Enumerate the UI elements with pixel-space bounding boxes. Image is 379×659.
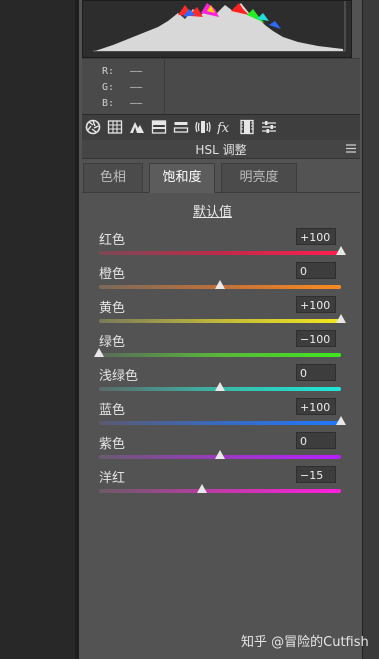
fx-icon[interactable]: fx: [217, 119, 233, 135]
svg-text:fx: fx: [217, 121, 230, 135]
slider-value-blue[interactable]: +100: [296, 398, 336, 415]
slider-thumb-red[interactable]: [336, 246, 346, 255]
green-readout: G: ——: [102, 82, 143, 93]
panel-scrollbar[interactable]: [362, 0, 379, 659]
left-panel-strip: [0, 0, 75, 659]
slider-label-yellow: 黄色: [99, 301, 126, 316]
slider-label-blue: 蓝色: [99, 403, 126, 418]
slider-track-yellow[interactable]: [99, 319, 341, 323]
tab-luminance[interactable]: 明亮度: [221, 163, 297, 193]
red-readout: R: ——: [102, 66, 143, 77]
slider-thumb-magenta[interactable]: [196, 484, 207, 493]
lens-icon[interactable]: [195, 119, 211, 135]
slider-thumb-green[interactable]: [94, 348, 104, 357]
slider-track-red[interactable]: [99, 251, 341, 255]
panel-title-bar: HSL 调整: [82, 140, 360, 159]
slider-thumb-yellow[interactable]: [336, 314, 346, 323]
aperture-icon[interactable]: [85, 119, 101, 135]
slider-track-magenta[interactable]: [99, 489, 341, 493]
sliders-icon[interactable]: [261, 119, 277, 135]
tab-saturation[interactable]: 饱和度: [149, 163, 215, 193]
slider-thumb-aqua[interactable]: [215, 382, 225, 391]
slider-label-aqua: 浅绿色: [99, 369, 139, 384]
slider-label-orange: 橙色: [99, 267, 126, 282]
default-button[interactable]: 默认值: [193, 201, 232, 220]
slider-value-yellow[interactable]: +100: [296, 296, 336, 313]
slider-track-blue[interactable]: [99, 421, 341, 425]
slider-track-green[interactable]: [99, 353, 341, 357]
slider-value-red[interactable]: +100: [296, 228, 336, 245]
histogram-graph: [93, 1, 346, 52]
histogram: [82, 0, 352, 58]
camera-calibration-icon[interactable]: [239, 119, 255, 135]
slider-thumb-purple[interactable]: [215, 450, 225, 459]
blue-readout: B: ——: [102, 98, 143, 109]
slider-label-magenta: 洋红: [99, 471, 126, 486]
tab-hue[interactable]: 色相: [83, 163, 143, 193]
slider-value-green[interactable]: −100: [296, 330, 336, 347]
readout-divider: [164, 59, 165, 115]
slider-label-red: 红色: [99, 233, 126, 248]
hsl-tabs: 色相 饱和度 明亮度: [82, 163, 360, 193]
slider-value-purple[interactable]: 0: [296, 432, 336, 449]
detail-icon[interactable]: [173, 119, 189, 135]
panel-title: HSL 调整: [195, 143, 247, 157]
slider-thumb-orange[interactable]: [215, 280, 225, 289]
watermark: 知乎 @冒险的Cutfish: [241, 635, 369, 650]
rgb-readout: R: —— G: —— B: ——: [82, 58, 360, 115]
slider-value-orange[interactable]: 0: [296, 262, 336, 279]
panel-menu-icon[interactable]: [346, 144, 356, 153]
slider-thumb-blue[interactable]: [336, 416, 346, 425]
mountain-icon[interactable]: [129, 119, 145, 135]
slider-value-magenta[interactable]: −15: [296, 466, 336, 483]
split-tone-icon[interactable]: [151, 119, 167, 135]
slider-label-purple: 紫色: [99, 437, 126, 452]
panel-toolbar: fx: [82, 114, 360, 141]
slider-value-aqua[interactable]: 0: [296, 364, 336, 381]
grid-icon[interactable]: [107, 119, 123, 135]
